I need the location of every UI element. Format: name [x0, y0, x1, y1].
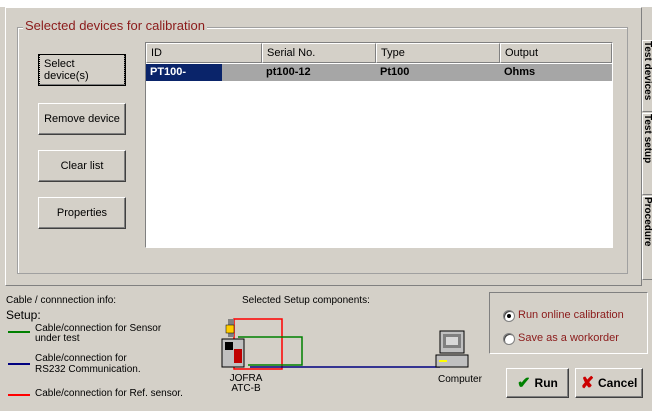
- group-title: Selected devices for calibration: [23, 18, 207, 33]
- tab-test-setup[interactable]: Test setup: [642, 113, 652, 195]
- setup-label: Setup:: [6, 308, 41, 322]
- computer-icon: [435, 330, 469, 368]
- setup-diagram: [221, 318, 469, 370]
- tab-procedure[interactable]: Procedure: [642, 196, 652, 280]
- properties-button[interactable]: Properties: [38, 197, 126, 229]
- clear-list-label: Clear list: [60, 160, 104, 172]
- header-id[interactable]: ID: [146, 43, 262, 63]
- cell-id: PT100-reserve: [146, 64, 222, 90]
- run-label: Run: [534, 376, 558, 390]
- tab-test-devices[interactable]: Test devices: [642, 40, 652, 112]
- clear-list-button[interactable]: Clear list: [38, 150, 126, 182]
- remove-device-button[interactable]: Remove device: [38, 103, 126, 135]
- run-online-label[interactable]: Run online calibration: [518, 309, 624, 321]
- check-icon: ✔: [517, 375, 531, 392]
- save-workorder-radio[interactable]: [503, 333, 515, 345]
- top-strip: [0, 0, 652, 7]
- run-online-radio[interactable]: [503, 310, 515, 322]
- tab-test-setup-label: Test setup: [642, 114, 652, 164]
- cancel-label: Cancel: [598, 376, 638, 390]
- sensor-cable: [238, 336, 303, 366]
- select-devices-button[interactable]: Select device(s): [38, 54, 126, 86]
- run-options-box: Run online calibration Save as a workord…: [489, 292, 648, 354]
- legend-rs232-text: Cable/connection for RS232 Communication…: [35, 353, 141, 375]
- cancel-button[interactable]: ✘ Cancel: [575, 368, 643, 398]
- table-row[interactable]: PT100-reserve pt100-12 Pt100 Ohms: [146, 64, 612, 90]
- legend-line-ref: [8, 394, 30, 396]
- cell-output: Ohms: [504, 66, 536, 78]
- header-serial[interactable]: Serial No.: [262, 43, 376, 63]
- cable-info-label: Cable / connnection info:: [6, 295, 117, 306]
- tab-procedure-label: Procedure: [642, 197, 652, 247]
- legend-line-sensor: [8, 331, 30, 333]
- setup-info-area: Cable / connnection info: Selected Setup…: [0, 290, 486, 411]
- tab-test-devices-label: Test devices: [642, 41, 652, 101]
- jofra-device-icon: [221, 319, 245, 368]
- header-type[interactable]: Type: [376, 43, 500, 63]
- properties-label: Properties: [56, 207, 108, 219]
- table-header: ID Serial No. Type Output: [146, 43, 612, 63]
- save-workorder-label[interactable]: Save as a workorder: [518, 332, 619, 344]
- devices-table[interactable]: ID Serial No. Type Output PT100-reserve …: [145, 42, 613, 248]
- legend-sensor-text: Cable/connection for Sensor under test: [35, 323, 162, 344]
- select-devices-label: Select device(s): [39, 54, 125, 86]
- cross-icon: ✘: [580, 375, 595, 392]
- device-label: JOFRA ATC-B: [229, 373, 263, 394]
- cell-type: Pt100: [380, 66, 410, 78]
- components-label: Selected Setup components:: [242, 295, 370, 306]
- run-button[interactable]: ✔ Run: [506, 368, 569, 398]
- legend-ref-text: Cable/connection for Ref. sensor.: [35, 388, 183, 399]
- remove-device-label: Remove device: [44, 113, 120, 125]
- cell-serial: pt100-12: [266, 66, 311, 78]
- side-tabs: Test devices Test setup Procedure: [642, 40, 652, 280]
- legend-line-rs232: [8, 363, 30, 365]
- header-output[interactable]: Output: [500, 43, 612, 63]
- computer-label: Computer: [438, 374, 482, 385]
